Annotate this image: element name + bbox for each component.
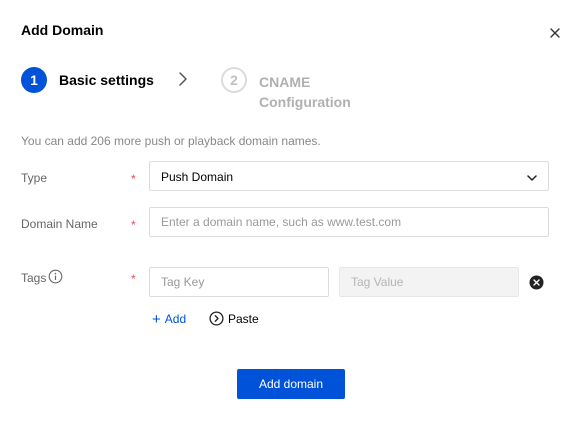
required-mark: * xyxy=(131,272,136,286)
add-tag-button[interactable]: + Add xyxy=(152,311,186,328)
quota-info-text: You can add 206 more push or playback do… xyxy=(21,134,321,148)
required-mark: * xyxy=(131,218,136,232)
info-circle-icon[interactable] xyxy=(48,269,63,289)
type-label: Type xyxy=(21,171,48,185)
add-domain-button[interactable]: Add domain xyxy=(237,369,345,399)
tag-value-input[interactable] xyxy=(339,267,519,297)
step-1-number: 1 xyxy=(21,67,47,93)
add-tag-label: Add xyxy=(164,312,187,326)
type-select[interactable]: Push Domain xyxy=(149,161,549,191)
step-2-label: CNAME Configuration xyxy=(259,74,351,110)
chevron-right-icon xyxy=(177,71,189,92)
domain-name-label: Domain Name xyxy=(21,217,98,231)
type-select-value: Push Domain xyxy=(161,170,234,184)
step-1-label: Basic settings xyxy=(59,72,154,88)
tags-label: Tags xyxy=(21,271,47,285)
add-domain-dialog: Add Domain 1 Basic settings 2 CNAME Conf… xyxy=(0,0,584,424)
chevron-down-icon xyxy=(526,171,538,189)
domain-name-input[interactable] xyxy=(149,207,549,237)
chevron-right-circle-icon xyxy=(209,311,224,326)
required-mark: * xyxy=(131,172,136,186)
step-2-number: 2 xyxy=(221,67,247,93)
dialog-title: Add Domain xyxy=(21,22,104,38)
tag-key-input[interactable] xyxy=(149,267,329,297)
close-circle-icon[interactable] xyxy=(529,275,544,295)
paste-label: Paste xyxy=(228,312,259,326)
plus-icon: + xyxy=(152,311,161,328)
close-icon[interactable] xyxy=(544,22,566,44)
